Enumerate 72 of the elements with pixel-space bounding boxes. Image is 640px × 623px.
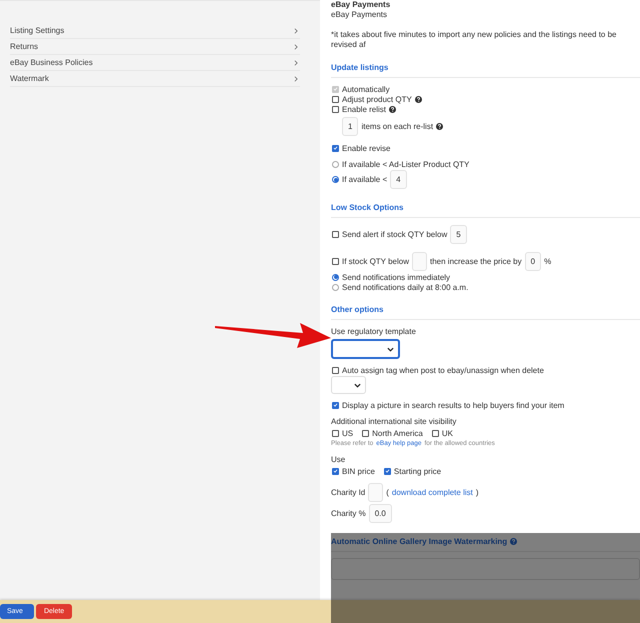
option-label: then increase the price by [430, 257, 522, 266]
radio-button[interactable] [332, 284, 339, 290]
input-field[interactable]: 1 [342, 117, 358, 136]
radio-button[interactable] [332, 176, 339, 183]
option-label: % [544, 257, 552, 266]
option-label: Enable relist [342, 104, 386, 114]
checkbox[interactable] [362, 430, 370, 436]
option-label: If available < [342, 175, 388, 184]
field-value: eBay Payments [331, 10, 388, 20]
checkbox[interactable] [332, 366, 339, 374]
section-heading: Low Stock Options [331, 202, 404, 212]
section-heading: eBay Payments [331, 0, 392, 10]
info-note: *it takes about five minutes to import any new policies and the listings need to be revised af [331, 30, 618, 50]
checkbox[interactable] [332, 258, 339, 265]
input-field[interactable]: 0.0 [368, 504, 392, 523]
option-label: Use regulatory template [331, 326, 416, 336]
checkbox[interactable] [332, 144, 339, 152]
input-field[interactable] [412, 252, 427, 271]
option-label: North America [372, 428, 423, 438]
section-heading: Other options [331, 304, 384, 314]
option-label: Adjust product QTY [342, 94, 412, 104]
option-label: Additional international site visibility [331, 416, 456, 426]
sidebar-item[interactable]: Returns [10, 39, 300, 55]
option-label: Charity Id [331, 488, 366, 497]
chevron-icon [294, 44, 298, 50]
checkbox[interactable] [332, 106, 339, 112]
chevron-icon [294, 28, 298, 34]
help-icon[interactable] [389, 106, 396, 112]
radio-button[interactable] [332, 160, 339, 168]
input-field[interactable]: 0 [524, 252, 542, 271]
checkbox[interactable] [384, 468, 391, 474]
option-label: Starting price [394, 466, 442, 476]
option-label: Display a picture in search results to help buyers find your item [342, 400, 564, 410]
chevron-icon [294, 76, 298, 82]
section-heading: Update listings [331, 62, 388, 72]
option-label: BIN price [342, 466, 375, 476]
checkbox[interactable] [332, 468, 339, 474]
caret-icon [354, 382, 361, 388]
option-label: Enable revise [342, 144, 390, 152]
option-label: UK [442, 428, 453, 438]
input-field[interactable] [368, 483, 384, 502]
option-label: Send notifications immediately [342, 272, 450, 282]
sidebar-item[interactable]: Listing Settings [10, 23, 300, 39]
radio-button[interactable] [332, 274, 339, 280]
option-label: Send notifications daily at 8:00 a.m. [342, 282, 468, 292]
section-heading: Automatic Online Gallery Image Watermarking [331, 536, 508, 546]
checkbox[interactable] [432, 430, 439, 436]
option-label: If available < Ad-Lister Product QTY [342, 160, 470, 168]
checkbox[interactable] [332, 430, 339, 436]
option-label: Use [331, 454, 346, 464]
sidebar-item[interactable]: eBay Business Policies [10, 55, 300, 71]
option-label: ) [476, 488, 479, 497]
help-icon[interactable] [436, 123, 444, 130]
sidebar-item[interactable]: Watermark [10, 71, 300, 87]
chevron-icon [294, 60, 298, 66]
option-label: If stock QTY below [342, 257, 409, 266]
checkbox[interactable] [332, 231, 339, 238]
checkbox[interactable] [332, 402, 339, 408]
option-label: Charity % [331, 509, 366, 518]
select-field[interactable] [331, 339, 400, 359]
input-field[interactable]: 4 [390, 170, 407, 189]
option-label: Auto assign tag when post to ebay/unassign when delete [342, 366, 544, 374]
input-field[interactable]: 5 [450, 225, 467, 244]
option-label: Send alert if stock QTY below [342, 230, 448, 239]
option-label: US [342, 428, 354, 438]
option-label: items on each re-list [361, 122, 434, 131]
checkbox[interactable] [332, 96, 339, 102]
link[interactable]: download complete list [392, 488, 473, 497]
help-icon[interactable] [414, 96, 422, 102]
caret-icon [387, 346, 394, 352]
option-label: Automatically [342, 84, 390, 94]
option-label: ( [386, 488, 389, 497]
